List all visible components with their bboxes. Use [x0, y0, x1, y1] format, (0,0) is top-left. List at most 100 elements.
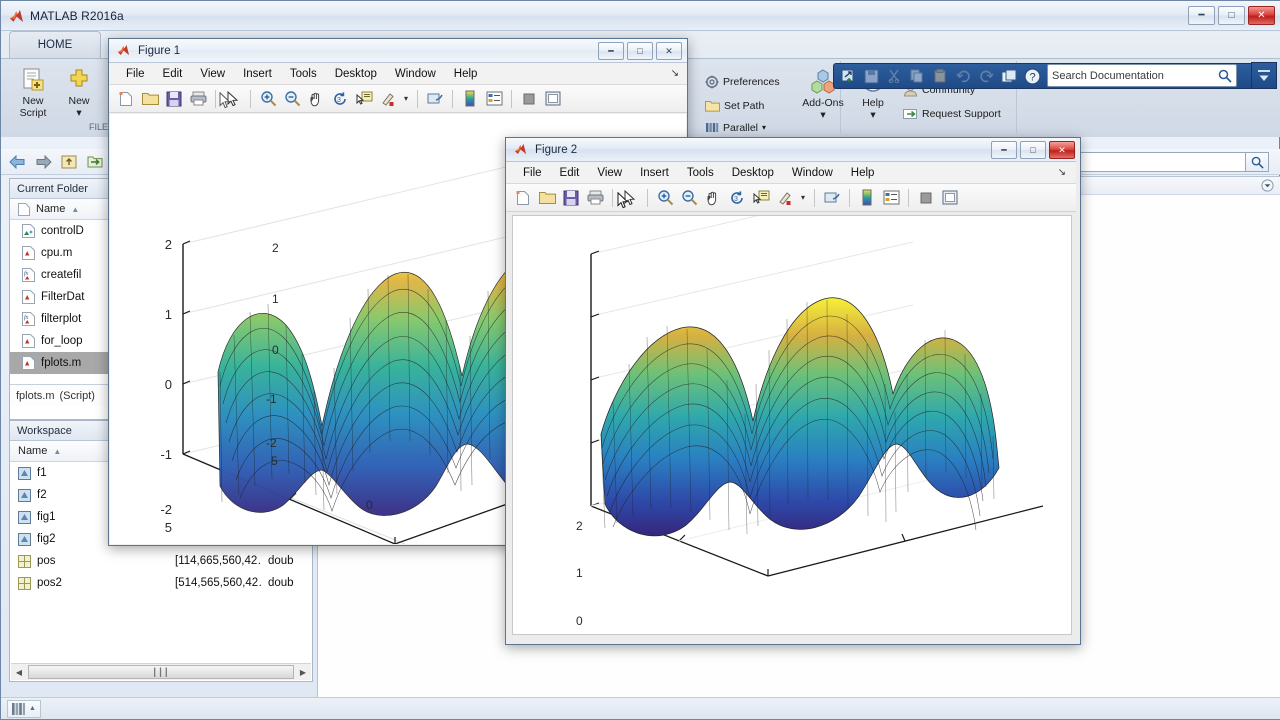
close-icon[interactable]: ✕: [1049, 141, 1075, 159]
show-plot-tools-icon[interactable]: [939, 187, 961, 209]
pan-icon[interactable]: [702, 187, 724, 209]
new-button[interactable]: New ▾: [53, 65, 105, 119]
scroll-left-icon[interactable]: ◀: [11, 665, 27, 680]
menu-item-help[interactable]: Help: [842, 162, 884, 184]
legend-icon[interactable]: [880, 187, 902, 209]
zoom-out-icon[interactable]: [678, 187, 700, 209]
zoom-out-icon[interactable]: [281, 88, 303, 110]
scroll-right-icon[interactable]: ▶: [295, 665, 311, 680]
workspace-horizontal-scrollbar[interactable]: ◀ ┃┃┃ ▶: [11, 663, 311, 680]
figure-2-titlebar[interactable]: Figure 2 ━ □ ✕: [506, 138, 1076, 162]
new-figure-icon[interactable]: [512, 187, 534, 209]
setpath-button[interactable]: Set Path: [705, 99, 764, 112]
table-row[interactable]: pos [114,665,560,42… doub: [10, 550, 312, 572]
panel-toggle-icon[interactable]: ▲: [7, 700, 41, 718]
search-icon[interactable]: [1218, 69, 1232, 83]
preferences-button[interactable]: Preferences: [705, 75, 780, 89]
figure-2-surface-plot[interactable]: 2 1 0 -1 -2 5 0 -5 -5 0 5: [513, 216, 1071, 634]
minimize-icon[interactable]: ━: [991, 141, 1017, 159]
close-icon[interactable]: ✕: [656, 42, 682, 60]
hide-plot-tools-icon[interactable]: [518, 88, 540, 110]
figure-1-titlebar[interactable]: Figure 1 ━ □ ✕: [109, 39, 687, 63]
up-folder-icon[interactable]: [59, 152, 79, 172]
request-support-button[interactable]: Request Support: [903, 107, 1001, 121]
sort-asc-icon[interactable]: ▲: [71, 205, 79, 214]
menu-item-file[interactable]: File: [117, 63, 154, 85]
save-figure-icon[interactable]: [560, 187, 582, 209]
legend-icon[interactable]: [483, 88, 505, 110]
figure-2-canvas[interactable]: 2 1 0 -1 -2 5 0 -5 -5 0 5: [512, 215, 1072, 635]
caret-up-icon[interactable]: ▲: [29, 705, 36, 712]
menu-item-insert[interactable]: Insert: [631, 162, 678, 184]
address-search-button[interactable]: [1245, 152, 1269, 172]
save-icon[interactable]: [861, 66, 881, 86]
open-file-icon[interactable]: [139, 88, 161, 110]
hide-plot-tools-icon[interactable]: [915, 187, 937, 209]
minimize-icon[interactable]: ━: [598, 42, 624, 60]
collapse-ribbon-icon[interactable]: [1251, 62, 1277, 89]
menu-item-desktop[interactable]: Desktop: [723, 162, 783, 184]
menu-item-tools[interactable]: Tools: [678, 162, 723, 184]
figure-2-window[interactable]: Figure 2 ━ □ ✕ File Edit View Insert Too…: [505, 137, 1081, 645]
maximize-icon[interactable]: □: [1020, 141, 1046, 159]
menu-item-tools[interactable]: Tools: [281, 63, 326, 85]
parallel-button[interactable]: Parallel ▾: [705, 121, 766, 134]
workspace-name-header[interactable]: Name: [18, 445, 47, 457]
print-figure-icon[interactable]: [584, 187, 606, 209]
table-row[interactable]: pos2 [514,565,560,42… doub: [10, 572, 312, 594]
close-icon[interactable]: ✕: [1248, 6, 1275, 25]
menu-overflow-icon[interactable]: ↘: [1058, 167, 1066, 178]
redo-icon[interactable]: [976, 66, 996, 86]
brush-dropdown-icon[interactable]: ▾: [798, 187, 808, 209]
menu-item-edit[interactable]: Edit: [551, 162, 589, 184]
scroll-grip-icon[interactable]: ┃┃┃: [28, 665, 294, 679]
menu-item-file[interactable]: File: [514, 162, 551, 184]
rotate-3d-icon[interactable]: 3: [329, 88, 351, 110]
addons-dropdown-caret[interactable]: ▾: [795, 109, 851, 121]
zoom-in-icon[interactable]: [257, 88, 279, 110]
menu-item-desktop[interactable]: Desktop: [326, 63, 386, 85]
maximize-icon[interactable]: □: [627, 42, 653, 60]
menu-item-window[interactable]: Window: [783, 162, 842, 184]
menu-item-view[interactable]: View: [191, 63, 234, 85]
menu-overflow-icon[interactable]: ↘: [671, 68, 679, 79]
new-script-button[interactable]: New Script: [7, 65, 59, 119]
sort-asc-icon[interactable]: ▲: [53, 447, 61, 456]
brush-icon[interactable]: [377, 88, 399, 110]
cut-icon[interactable]: [884, 66, 904, 86]
new-figure-icon[interactable]: [115, 88, 137, 110]
menu-item-edit[interactable]: Edit: [154, 63, 192, 85]
minimize-icon[interactable]: ━: [1188, 6, 1215, 25]
menu-item-insert[interactable]: Insert: [234, 63, 281, 85]
forward-arrow-icon[interactable]: [33, 152, 53, 172]
undo-icon[interactable]: [953, 66, 973, 86]
panel-options-icon[interactable]: [1261, 179, 1274, 192]
tab-home[interactable]: HOME: [9, 31, 101, 58]
rotate-3d-icon[interactable]: 3: [726, 187, 748, 209]
open-file-icon[interactable]: [536, 187, 558, 209]
zoom-in-icon[interactable]: [654, 187, 676, 209]
brush-icon[interactable]: [774, 187, 796, 209]
new-dropdown-caret[interactable]: ▾: [53, 107, 105, 119]
help-icon[interactable]: ?: [1022, 66, 1042, 86]
help-dropdown-caret[interactable]: ▾: [849, 109, 897, 121]
colorbar-icon[interactable]: [459, 88, 481, 110]
parallel-dropdown-caret[interactable]: ▾: [762, 123, 766, 132]
new-shortcut-icon[interactable]: [838, 66, 858, 86]
save-figure-icon[interactable]: [163, 88, 185, 110]
show-plot-tools-icon[interactable]: [542, 88, 564, 110]
current-folder-name-header[interactable]: Name: [36, 203, 65, 215]
copy-icon[interactable]: [907, 66, 927, 86]
pan-icon[interactable]: [305, 88, 327, 110]
back-arrow-icon[interactable]: [7, 152, 27, 172]
data-cursor-icon[interactable]: [353, 88, 375, 110]
maximize-icon[interactable]: □: [1218, 6, 1245, 25]
print-figure-icon[interactable]: [187, 88, 209, 110]
menu-item-view[interactable]: View: [588, 162, 631, 184]
search-documentation-input[interactable]: Search Documentation: [1047, 64, 1237, 87]
menu-item-window[interactable]: Window: [386, 63, 445, 85]
menu-item-help[interactable]: Help: [445, 63, 487, 85]
paste-icon[interactable]: [930, 66, 950, 86]
link-plot-icon[interactable]: [821, 187, 843, 209]
brush-dropdown-icon[interactable]: ▾: [401, 88, 411, 110]
